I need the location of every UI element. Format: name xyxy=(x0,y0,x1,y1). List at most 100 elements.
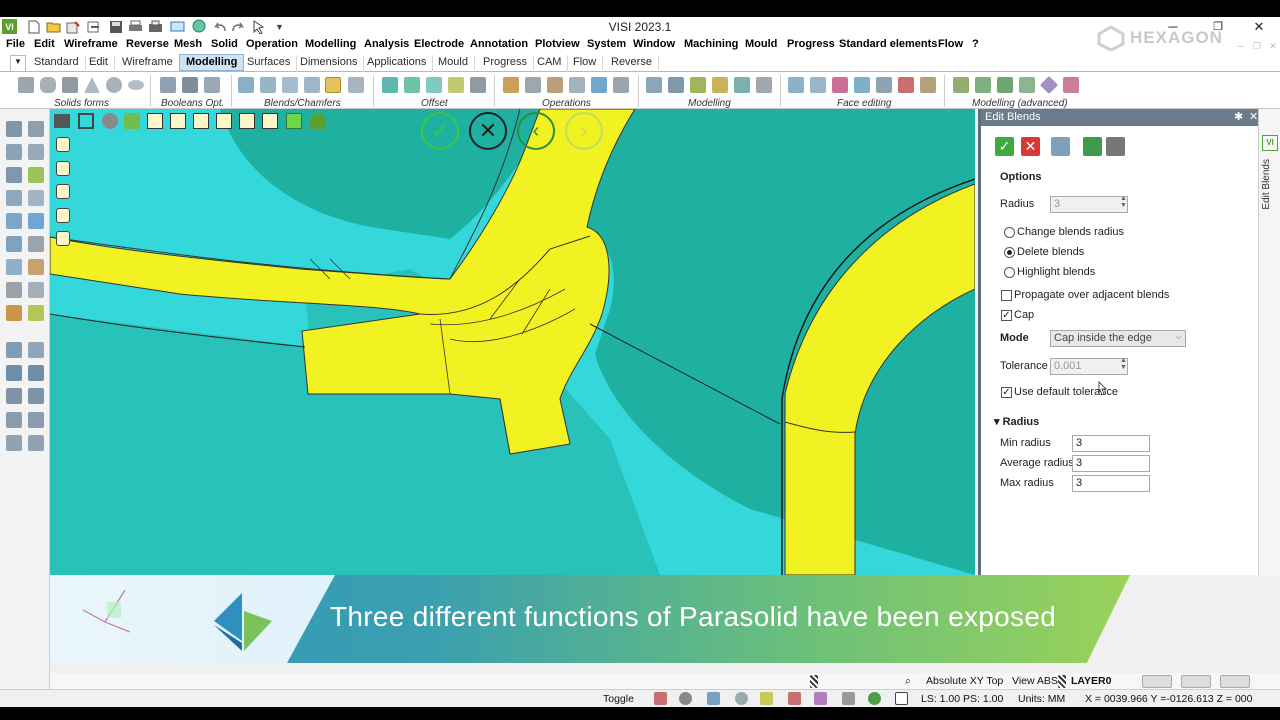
cylinder-view-4-icon[interactable] xyxy=(56,208,70,223)
cube-icon[interactable] xyxy=(28,236,44,252)
check-geometry-icon[interactable] xyxy=(28,167,44,183)
tab-dimensions[interactable]: Dimensions xyxy=(294,55,365,72)
axis-zz-icon[interactable] xyxy=(28,435,44,451)
help-query-icon[interactable] xyxy=(6,259,22,275)
view-side-icon[interactable] xyxy=(193,113,209,129)
properties-icon[interactable] xyxy=(6,305,22,321)
view-mode-text[interactable]: Absolute XY Top xyxy=(926,675,1003,687)
box-solid-icon[interactable] xyxy=(18,77,34,93)
discard-icon[interactable]: ✕ xyxy=(1021,137,1040,156)
replace-face-icon[interactable] xyxy=(832,77,848,93)
cylinder-view-3-icon[interactable] xyxy=(56,184,70,199)
axis-x2-icon[interactable] xyxy=(28,365,44,381)
menu-electrode[interactable]: Electrode xyxy=(414,38,464,50)
zoom-all-icon[interactable] xyxy=(78,113,94,129)
lattice-icon[interactable] xyxy=(1063,77,1079,93)
tolerance-input[interactable]: 0.001 xyxy=(1050,358,1128,375)
confirm-icon[interactable]: ✓ xyxy=(421,112,459,150)
attributes-icon[interactable] xyxy=(28,305,44,321)
view-iso2-icon[interactable] xyxy=(239,113,255,129)
tab-edit[interactable]: Edit xyxy=(83,55,115,72)
refresh-preview-icon[interactable] xyxy=(1051,137,1070,156)
measure-icon[interactable] xyxy=(28,259,44,275)
heal-icon[interactable] xyxy=(734,77,750,93)
menu-window[interactable]: Window xyxy=(633,38,675,50)
status-slot-2[interactable] xyxy=(1181,675,1211,688)
cone-solid-icon[interactable] xyxy=(84,77,100,93)
menu-system[interactable]: System xyxy=(587,38,626,50)
tools-icon[interactable] xyxy=(788,692,801,705)
tab-standard[interactable]: Standard xyxy=(28,55,86,72)
move-face-icon[interactable] xyxy=(788,77,804,93)
cylinder-solid-icon[interactable] xyxy=(40,77,56,93)
radio-change-radius[interactable] xyxy=(1004,227,1015,238)
offset-body-icon[interactable] xyxy=(404,77,420,93)
menu-wireframe[interactable]: Wireframe xyxy=(64,38,118,50)
radius-section-heading[interactable]: ▾ Radius xyxy=(994,415,1039,428)
wrap-icon[interactable] xyxy=(997,77,1013,93)
axis-xz-icon[interactable] xyxy=(28,412,44,428)
solid-status-icon[interactable] xyxy=(814,692,827,705)
menu-file[interactable]: File xyxy=(6,38,25,50)
menu-plotview[interactable]: Plotview xyxy=(535,38,580,50)
view-top-icon[interactable] xyxy=(147,113,163,129)
blend-edge-icon[interactable] xyxy=(238,77,254,93)
menu-progress[interactable]: Progress xyxy=(787,38,835,50)
vertex-icon[interactable] xyxy=(28,342,44,358)
axis-x-icon[interactable] xyxy=(6,365,22,381)
tab-reverse[interactable]: Reverse xyxy=(605,55,659,72)
cap-checkbox[interactable]: ✓ xyxy=(1001,310,1012,321)
axis-xy-icon[interactable] xyxy=(6,412,22,428)
taper-face-icon[interactable] xyxy=(876,77,892,93)
stitch-icon[interactable] xyxy=(668,77,684,93)
load-settings-icon[interactable] xyxy=(1083,137,1102,156)
revolve-icon[interactable] xyxy=(525,77,541,93)
tab-modelling[interactable]: Modelling xyxy=(179,54,245,71)
next-icon[interactable]: › xyxy=(565,112,603,150)
record-icon[interactable] xyxy=(654,692,667,705)
variable-blend-icon[interactable] xyxy=(282,77,298,93)
deform-icon[interactable] xyxy=(953,77,969,93)
view-iso3-icon[interactable] xyxy=(262,113,278,129)
max-radius-field[interactable]: 3 xyxy=(1072,475,1150,492)
menu-help[interactable]: ? xyxy=(972,38,979,50)
view-front-icon[interactable] xyxy=(170,113,186,129)
menu-edit[interactable]: Edit xyxy=(34,38,55,50)
select-icon[interactable] xyxy=(6,121,22,137)
transform-icon[interactable] xyxy=(6,190,22,206)
cad-icon[interactable] xyxy=(707,692,720,705)
sew-icon[interactable] xyxy=(646,77,662,93)
cancel-icon[interactable]: ✕ xyxy=(469,112,507,150)
layer-icon[interactable] xyxy=(6,213,22,229)
simplify-icon[interactable] xyxy=(756,77,772,93)
save-settings-icon[interactable] xyxy=(1106,137,1125,156)
zoom-status-icon[interactable] xyxy=(679,692,692,705)
cylinder-view-icon[interactable] xyxy=(56,137,70,152)
hollow-icon[interactable] xyxy=(470,77,486,93)
radius-input[interactable]: 3 xyxy=(1050,196,1128,213)
menu-solid[interactable]: Solid xyxy=(211,38,238,50)
menu-standard-elements[interactable]: Standard elements xyxy=(839,38,937,50)
torus-solid-icon[interactable] xyxy=(128,80,144,90)
tree-icon[interactable] xyxy=(310,113,326,129)
menu-analysis[interactable]: Analysis xyxy=(364,38,409,50)
patch-face-icon[interactable] xyxy=(920,77,936,93)
delete-blends-icon[interactable] xyxy=(348,77,364,93)
tab-surfaces[interactable]: Surfaces xyxy=(241,55,298,72)
menu-mesh[interactable]: Mesh xyxy=(174,38,202,50)
menu-modelling[interactable]: Modelling xyxy=(305,38,356,50)
status-slot-3[interactable] xyxy=(1220,675,1250,688)
chain-select-icon[interactable] xyxy=(28,144,44,160)
split-icon[interactable] xyxy=(591,77,607,93)
trash-icon[interactable] xyxy=(6,282,22,298)
sweep-icon[interactable] xyxy=(547,77,563,93)
tab-wireframe[interactable]: Wireframe xyxy=(116,55,180,72)
tab-progress[interactable]: Progress xyxy=(477,55,535,72)
axis-yz-icon[interactable] xyxy=(6,435,22,451)
edit-blends-icon[interactable] xyxy=(325,77,341,93)
delete-face-icon[interactable] xyxy=(898,77,914,93)
magnet-icon[interactable] xyxy=(28,121,44,137)
view-abs-text[interactable]: View ABS xyxy=(1012,675,1058,687)
layer-text[interactable]: LAYER0 xyxy=(1071,675,1111,687)
prism-solid-icon[interactable] xyxy=(62,77,78,93)
